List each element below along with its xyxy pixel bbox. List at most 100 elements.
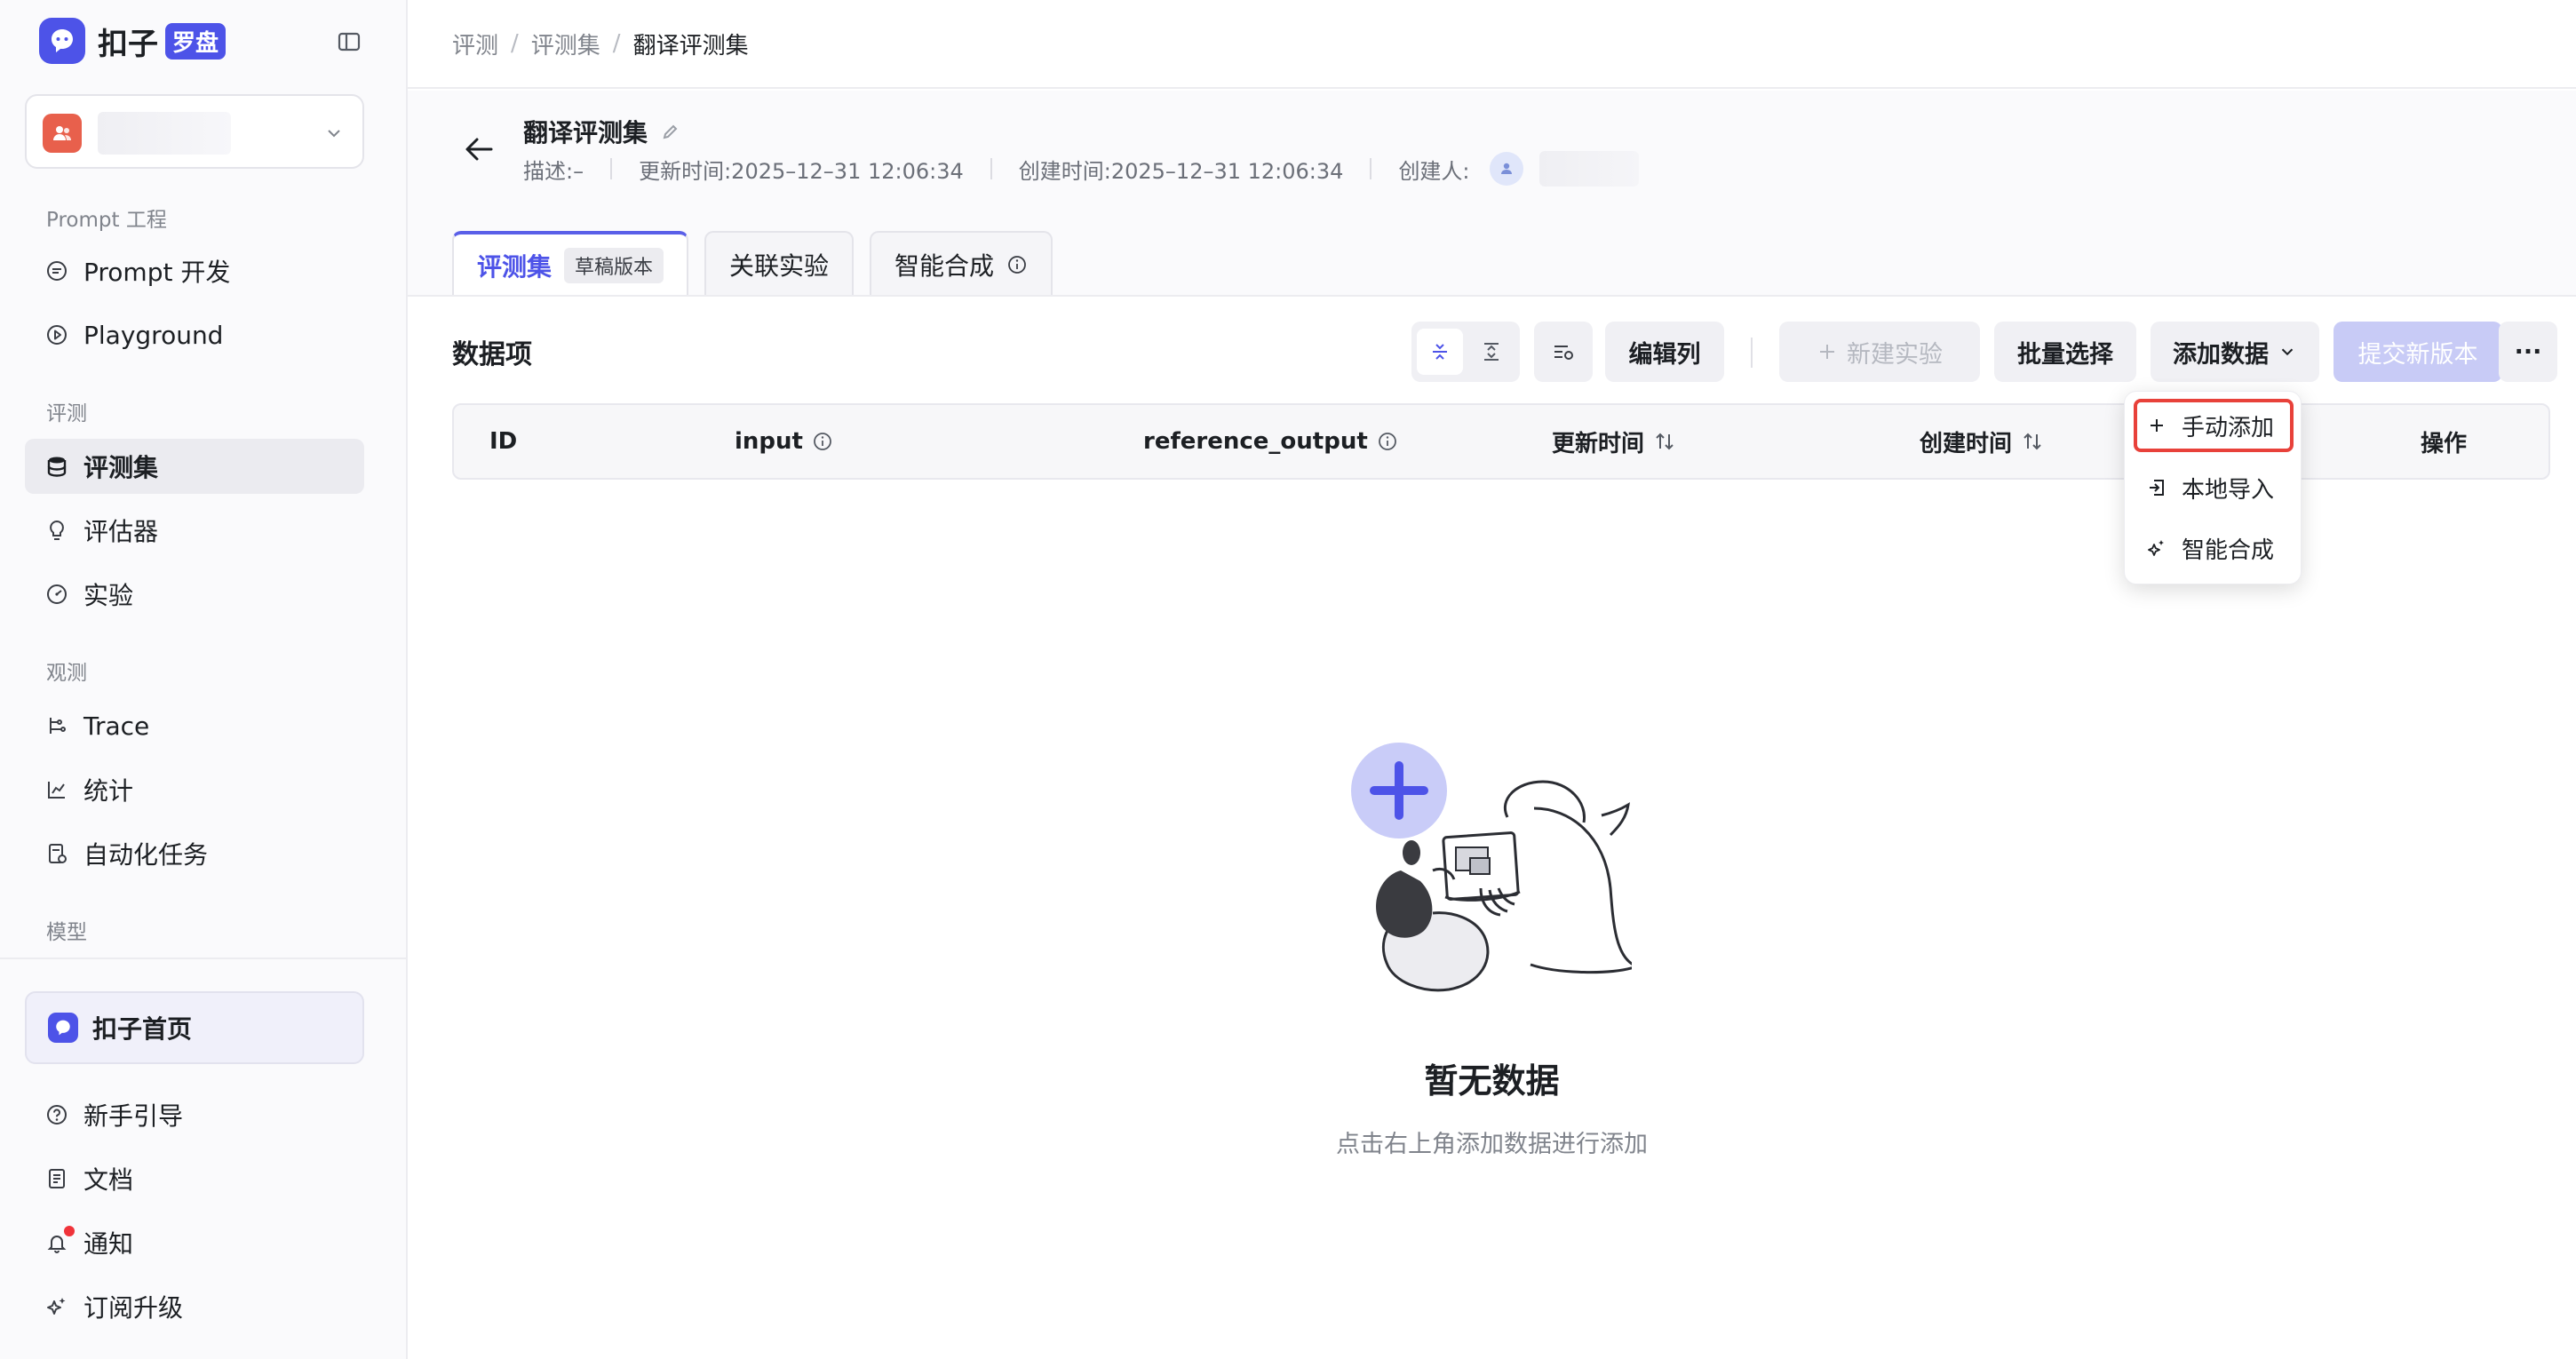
batch-select-button[interactable]: 批量选择: [1994, 322, 2136, 382]
chevron-down-icon: [328, 130, 340, 138]
sidebar-item-label: 自动化任务: [83, 840, 209, 870]
creator-name-redacted: [1538, 151, 1639, 187]
column-header-label: 更新时间: [1552, 430, 1645, 457]
button-label: 新建实验: [1847, 340, 1943, 369]
trace-icon: [50, 718, 66, 734]
column-header-label: 创建时间: [1920, 430, 2013, 457]
sidebar-item-label: Prompt 开发: [83, 258, 231, 287]
dataset-title: 翻译评测集: [523, 118, 648, 147]
sidebar-item-trace[interactable]: Trace: [25, 698, 364, 753]
button-label: 添加数据: [2173, 340, 2269, 369]
tab-linked-experiments[interactable]: 关联实验: [704, 231, 855, 297]
expand-rows-button[interactable]: [1468, 329, 1515, 375]
sidebar-item-label: 评估器: [83, 517, 159, 546]
compact-rows-button[interactable]: [1417, 329, 1463, 375]
empty-state-description: 点击右上角添加数据进行添加: [1336, 1131, 1648, 1158]
help-icon: [47, 1105, 67, 1125]
meta-divider: [990, 158, 992, 179]
play-icon: [47, 325, 67, 345]
dataset-desc: 描述:–: [523, 158, 584, 184]
menu-item-label: 手动添加: [2182, 414, 2275, 441]
sort-icon[interactable]: [1653, 430, 1676, 453]
notification-dot: [64, 1226, 75, 1236]
sidebar-item-experiment[interactable]: 实验: [25, 567, 364, 622]
column-header-id: ID: [489, 405, 517, 478]
workspace-selector[interactable]: [25, 94, 364, 169]
edit-columns-button[interactable]: 编辑列: [1605, 322, 1724, 382]
add-data-dropdown: 手动添加 本地导入 智能合成: [2124, 391, 2302, 584]
tab-eval-set[interactable]: 评测集 草稿版本: [452, 231, 689, 297]
info-icon: [1008, 256, 1026, 274]
sidebar-item-guide[interactable]: 新手引导: [25, 1087, 364, 1142]
breadcrumb-item-current: 翻译评测集: [632, 32, 749, 60]
sort-icon[interactable]: [2021, 430, 2044, 453]
toolbar: 编辑列 新建实验 批量选择 添加数据 提交新版本 ···: [408, 322, 2576, 384]
empty-state-illustration: [1351, 743, 1632, 992]
sidebar-item-evaluator[interactable]: 评估器: [25, 503, 364, 558]
home-button[interactable]: 扣子首页: [25, 991, 364, 1064]
sidebar-item-playground[interactable]: Playground: [25, 307, 364, 362]
menu-item-local-import[interactable]: 本地导入: [2134, 461, 2294, 514]
tab-label: 智能合成: [894, 251, 995, 281]
workspace-name-redacted: [98, 112, 231, 155]
sidebar-item-stats[interactable]: 统计: [25, 762, 364, 817]
menu-item-smart-synthesis[interactable]: 智能合成: [2134, 521, 2294, 575]
more-options-button[interactable]: ···: [2499, 322, 2557, 382]
new-experiment-button[interactable]: 新建实验: [1779, 322, 1980, 382]
breadcrumb-item-eval[interactable]: 评测: [452, 28, 498, 60]
column-header-updated-time[interactable]: 更新时间: [1552, 405, 1676, 478]
column-header-created-time[interactable]: 创建时间: [1920, 405, 2044, 478]
nav-group-model: 模型: [46, 921, 87, 944]
user-avatar-icon: [1489, 152, 1523, 186]
menu-item-manual-add[interactable]: 手动添加: [2134, 399, 2294, 452]
brand-logo-icon: [39, 18, 85, 64]
document-icon: [49, 1169, 65, 1188]
info-icon[interactable]: [1377, 431, 1398, 452]
tab-label: 关联实验: [729, 251, 830, 281]
more-icon: ···: [2514, 338, 2542, 366]
sidebar-item-docs[interactable]: 文档: [25, 1151, 364, 1206]
sidebar-item-eval-set[interactable]: 评测集: [25, 439, 364, 494]
task-icon: [49, 844, 67, 863]
dataset-meta: 描述:– 更新时间:2025–12–31 12:06:34 创建时间:2025–…: [523, 151, 1639, 187]
row-density-toggle: [1411, 322, 1520, 382]
column-settings-button[interactable]: [1534, 322, 1593, 382]
tab-bar: 评测集 草稿版本 关联实验 智能合成: [452, 231, 1053, 297]
breadcrumb: 评测 / 评测集 / 翻译评测集: [408, 0, 2576, 89]
plus-icon: [1820, 345, 1834, 359]
creator-label: 创建人:: [1398, 158, 1470, 184]
gauge-icon: [47, 584, 67, 604]
breadcrumb-item-eval-set[interactable]: 评测集: [531, 28, 600, 60]
nav-group-prompt: Prompt 工程: [46, 209, 167, 232]
home-label: 扣子首页: [92, 1014, 193, 1044]
back-arrow-icon[interactable]: [461, 131, 497, 167]
sidebar-collapse-icon[interactable]: [334, 27, 364, 57]
chart-icon: [48, 782, 65, 799]
dataset-updated-time: 更新时间:2025–12–31 12:06:34: [639, 158, 964, 184]
brand[interactable]: 扣子 罗盘: [39, 18, 227, 64]
sidebar-item-upgrade[interactable]: 订阅升级: [25, 1279, 364, 1334]
compress-icon: [1433, 344, 1447, 360]
sidebar-item-prompt-dev[interactable]: Prompt 开发: [25, 243, 364, 298]
tab-smart-synthesis[interactable]: 智能合成: [870, 231, 1053, 297]
sidebar-item-notice[interactable]: 通知: [25, 1215, 364, 1270]
sidebar: 扣子 罗盘 Prompt 工程 Prompt 开发 Playground 评测 …: [0, 0, 408, 1359]
sidebar-item-label: 实验: [83, 581, 134, 610]
sidebar-item-label: 新手引导: [83, 1101, 184, 1131]
menu-item-label: 本地导入: [2182, 476, 2275, 504]
sidebar-item-label: 通知: [83, 1229, 134, 1259]
sidebar-item-automation[interactable]: 自动化任务: [25, 826, 364, 881]
plus-icon: [2151, 419, 2163, 432]
sidebar-item-label: 评测集: [83, 453, 159, 482]
column-header-label: ID: [489, 428, 518, 455]
info-icon[interactable]: [812, 431, 833, 452]
breadcrumb-separator: /: [511, 30, 519, 57]
edit-pencil-icon[interactable]: [660, 121, 681, 142]
sparkle-icon: [2148, 540, 2164, 556]
column-header-reference-output: reference_output: [1143, 405, 1398, 478]
submit-version-button[interactable]: 提交新版本: [2334, 322, 2502, 382]
dataset-created-time: 创建时间:2025–12–31 12:06:34: [1018, 158, 1344, 184]
add-data-button[interactable]: 添加数据: [2151, 322, 2319, 382]
column-header-label: input: [735, 428, 803, 455]
main-content: 评测 / 评测集 / 翻译评测集 翻译评测集 描述:– 更新时间:2025–12…: [408, 0, 2576, 1359]
